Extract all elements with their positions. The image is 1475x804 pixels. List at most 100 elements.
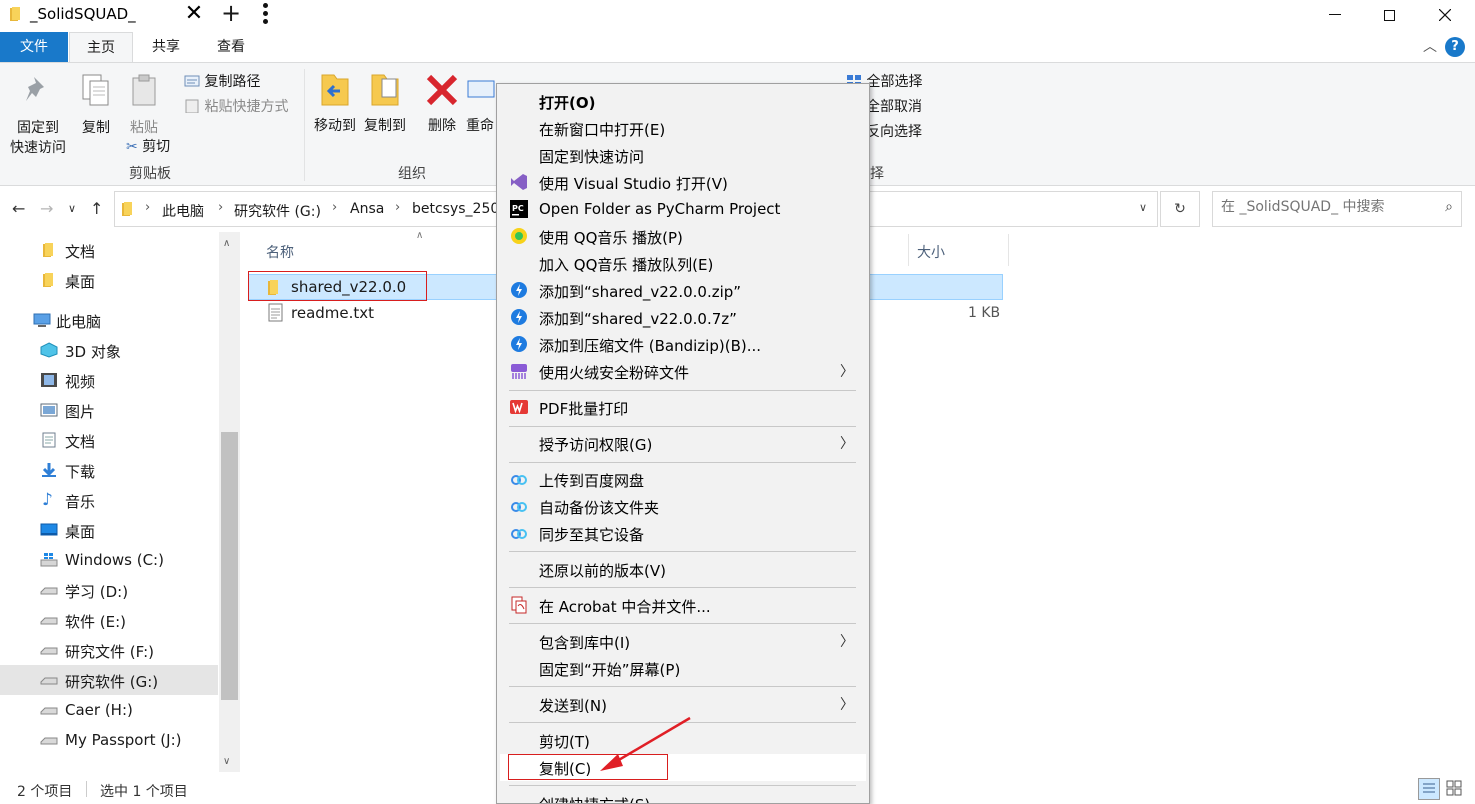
nav-item-drive-j[interactable]: My Passport (J:)	[0, 725, 218, 755]
details-view-button[interactable]	[1418, 778, 1440, 800]
minimize-icon	[1329, 14, 1341, 15]
rename-button[interactable]: 重命	[466, 73, 500, 135]
column-divider[interactable]	[1008, 234, 1009, 266]
nav-item-drive-e[interactable]: 软件 (E:)	[0, 605, 218, 635]
delete-button[interactable]: 删除	[422, 73, 462, 135]
menu-item-pdf-batch-print[interactable]: PDF批量打印	[500, 394, 866, 421]
scroll-up-icon[interactable]: ∧	[223, 238, 230, 249]
nav-item-music[interactable]: ♪ 音乐	[0, 485, 218, 515]
nav-item-drive-f[interactable]: 研究文件 (F:)	[0, 635, 218, 665]
context-menu: 打开(O) 在新窗口中打开(E) 固定到快速访问 使用 Visual Studi…	[496, 83, 870, 804]
recent-locations-chevron-icon[interactable]: ∨	[68, 202, 76, 215]
menu-item-label: 授予访问权限(G)	[539, 436, 653, 454]
close-tab-button[interactable]: ✕	[183, 1, 205, 26]
large-icons-view-button[interactable]	[1444, 778, 1466, 800]
nav-scrollbar[interactable]: ∧ ∨	[219, 232, 240, 772]
nav-item-drive-g[interactable]: 研究软件 (G:)	[0, 665, 218, 695]
column-header-size[interactable]: 大小	[917, 242, 945, 262]
nav-item-documents[interactable]: 文档	[0, 425, 218, 455]
more-options-button[interactable]	[258, 3, 272, 27]
select-none-button[interactable]: 全部取消	[866, 96, 922, 116]
paste-shortcut-button[interactable]: 粘贴快捷方式	[184, 96, 288, 116]
breadcrumb-separator: ›	[218, 200, 224, 215]
search-box[interactable]: ⌕	[1212, 191, 1462, 227]
menu-item-cut[interactable]: 剪切(T)	[500, 727, 866, 754]
menu-item-baidu-backup[interactable]: 自动备份该文件夹	[500, 493, 866, 520]
menu-item-add-zip[interactable]: 添加到“shared_v22.0.0.zip”	[500, 277, 866, 304]
nav-item-pictures[interactable]: 图片	[0, 395, 218, 425]
ribbon-tabs: 文件 主页 共享 查看 ︿ ?	[0, 32, 1475, 62]
folder-icon	[122, 202, 132, 216]
window-tab[interactable]: _SolidSQUAD_ ✕	[0, 0, 250, 30]
maximize-button[interactable]	[1366, 0, 1412, 30]
nav-label: Caer (H:)	[65, 701, 133, 719]
menu-item-qqmusic-play[interactable]: 使用 QQ音乐 播放(P)	[500, 223, 866, 250]
scrollbar-thumb[interactable]	[221, 432, 238, 700]
add-tab-button[interactable]: +	[220, 0, 242, 27]
breadcrumb-drive-g[interactable]: 研究软件 (G:)	[234, 201, 321, 221]
menu-item-pycharm[interactable]: PC Open Folder as PyCharm Project	[500, 196, 866, 223]
cut-button[interactable]: ✂ 剪切	[126, 136, 170, 156]
menu-item-huorong-shred[interactable]: 使用火绒安全粉碎文件 〉	[500, 358, 866, 385]
tab-share[interactable]: 共享	[133, 32, 199, 62]
nav-item-this-pc[interactable]: 此电脑	[0, 305, 218, 335]
pin-to-quick-access-button[interactable]: 固定到 快速访问	[6, 75, 70, 157]
forward-arrow-icon[interactable]: →	[40, 199, 53, 218]
menu-item-pin-start[interactable]: 固定到“开始”屏幕(P)	[500, 655, 866, 682]
menu-item-send-to[interactable]: 发送到(N) 〉	[500, 691, 866, 718]
menu-item-pin-quick-access[interactable]: 固定到快速访问	[500, 142, 866, 169]
invert-selection-button[interactable]: 反向选择	[866, 121, 922, 141]
drive-icon	[40, 737, 58, 745]
nav-item-3d-objects[interactable]: 3D 对象	[0, 335, 218, 365]
help-icon[interactable]: ?	[1445, 37, 1465, 57]
menu-item-label: 在新窗口中打开(E)	[539, 121, 666, 139]
nav-item-desktop-quick[interactable]: 桌面	[0, 265, 218, 295]
menu-item-open-visual-studio[interactable]: 使用 Visual Studio 打开(V)	[500, 169, 866, 196]
breadcrumb-betcsys[interactable]: betcsys_250	[412, 201, 499, 217]
search-input[interactable]	[1221, 199, 1421, 215]
tab-view[interactable]: 查看	[199, 32, 263, 62]
column-header-name[interactable]: 名称	[266, 242, 294, 262]
minimize-button[interactable]	[1312, 0, 1358, 30]
copy-button[interactable]: 复制	[76, 73, 116, 137]
nav-item-videos[interactable]: 视频	[0, 365, 218, 395]
move-to-button[interactable]: 移动到	[310, 71, 360, 135]
nav-item-downloads[interactable]: 下载	[0, 455, 218, 485]
breadcrumb-this-pc[interactable]: 此电脑	[162, 201, 204, 221]
menu-item-add-7z[interactable]: 添加到“shared_v22.0.0.7z”	[500, 304, 866, 331]
tab-file[interactable]: 文件	[0, 32, 68, 62]
nav-item-documents-quick[interactable]: 文档	[0, 235, 218, 265]
refresh-button[interactable]: ↻	[1160, 191, 1200, 227]
menu-item-create-shortcut[interactable]: 创建快捷方式(S)	[500, 790, 866, 803]
column-divider[interactable]	[908, 234, 909, 266]
video-icon	[41, 373, 57, 387]
menu-item-qqmusic-queue[interactable]: 加入 QQ音乐 播放队列(E)	[500, 250, 866, 277]
nav-item-desktop[interactable]: 桌面	[0, 515, 218, 545]
nav-item-drive-d[interactable]: 学习 (D:)	[0, 575, 218, 605]
menu-item-restore-previous[interactable]: 还原以前的版本(V)	[500, 556, 866, 583]
tab-home[interactable]: 主页	[69, 32, 133, 62]
ribbon-expand-icon[interactable]: ︿	[1423, 36, 1437, 56]
copy-to-button[interactable]: 复制到	[360, 71, 410, 135]
menu-item-open-new-window[interactable]: 在新窗口中打开(E)	[500, 115, 866, 142]
address-dropdown-icon[interactable]: ∨	[1139, 201, 1147, 214]
paste-button[interactable]: 粘贴	[124, 73, 164, 137]
menu-item-add-archive[interactable]: 添加到压缩文件 (Bandizip)(B)...	[500, 331, 866, 358]
copy-path-button[interactable]: 复制路径	[184, 71, 260, 91]
menu-item-include-library[interactable]: 包含到库中(I) 〉	[500, 628, 866, 655]
menu-item-baidu-sync[interactable]: 同步至其它设备	[500, 520, 866, 547]
menu-separator	[509, 462, 856, 463]
breadcrumb-ansa[interactable]: Ansa	[350, 201, 384, 217]
scroll-down-icon[interactable]: ∨	[223, 756, 230, 767]
menu-item-grant-access[interactable]: 授予访问权限(G) 〉	[500, 430, 866, 457]
menu-item-baidu-upload[interactable]: 上传到百度网盘	[500, 466, 866, 493]
nav-label: 桌面	[65, 523, 96, 541]
menu-item-acrobat-combine[interactable]: 在 Acrobat 中合并文件...	[500, 592, 866, 619]
nav-item-drive-c[interactable]: Windows (C:)	[0, 545, 218, 575]
close-window-button[interactable]	[1422, 0, 1468, 30]
back-arrow-icon[interactable]: ←	[12, 199, 25, 218]
menu-item-open[interactable]: 打开(O)	[500, 88, 866, 115]
nav-label: 桌面	[65, 273, 96, 291]
up-arrow-icon[interactable]: ↑	[90, 199, 103, 218]
nav-item-drive-h[interactable]: Caer (H:)	[0, 695, 218, 725]
